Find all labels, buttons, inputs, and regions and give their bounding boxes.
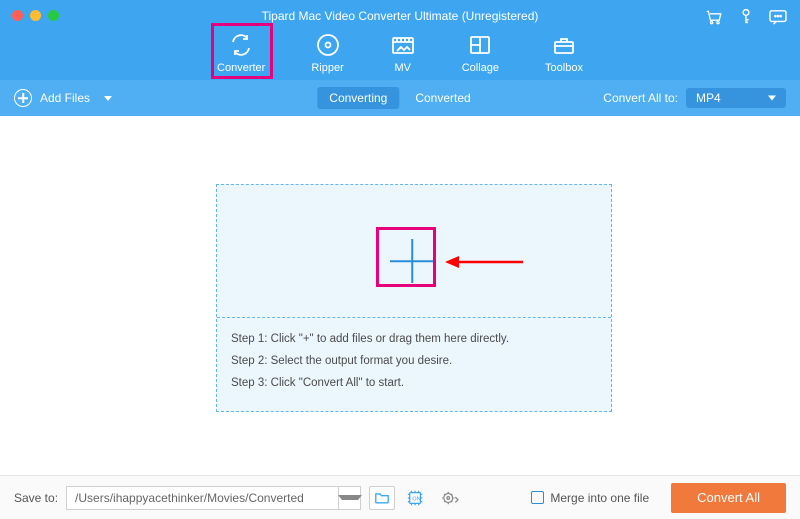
chevron-down-icon [768,96,776,101]
window-title: Tipard Mac Video Converter Ultimate (Unr… [0,9,800,23]
save-path-value: /Users/ihappyacethinker/Movies/Converted [67,491,338,505]
save-path-dropdown[interactable] [338,487,360,509]
tab-collage[interactable]: Collage [456,28,505,76]
output-format-select[interactable]: MP4 [686,88,786,108]
instruction-step-2: Step 2: Select the output format you des… [231,351,597,373]
status-tabs: Converting Converted [317,87,482,109]
settings-button[interactable] [437,486,463,510]
open-folder-button[interactable] [369,486,395,510]
merge-into-one-file-checkbox[interactable]: Merge into one file [531,491,649,505]
tab-ripper[interactable]: Ripper [305,28,349,76]
main-area: Step 1: Click "+" to add files or drag t… [0,116,800,475]
instructions: Step 1: Click "+" to add files or drag t… [231,329,597,395]
subbar: Add Files Converting Converted Convert A… [0,80,800,116]
tab-mv[interactable]: MV [384,28,422,76]
output-format-value: MP4 [696,91,721,105]
convert-all-to-label: Convert All to: [603,91,678,105]
convert-icon [228,32,254,58]
filter-converting[interactable]: Converting [317,87,399,109]
checkbox-icon [531,491,544,504]
merge-label: Merge into one file [550,491,649,505]
instruction-step-1: Step 1: Click "+" to add files or drag t… [231,329,597,351]
tab-label: Toolbox [545,62,583,74]
convert-all-to: Convert All to: MP4 [603,88,786,108]
tab-label: Ripper [311,62,343,74]
dropzone-divider [217,317,611,318]
app-window: Tipard Mac Video Converter Ultimate (Unr… [0,0,800,519]
tab-label: MV [394,62,411,74]
dropzone[interactable]: Step 1: Click "+" to add files or drag t… [216,184,612,412]
add-files-plus-button[interactable] [382,231,442,291]
add-files-button[interactable]: Add Files [14,89,112,107]
cart-icon[interactable] [704,9,724,25]
header-actions [704,8,788,26]
chevron-down-icon [104,96,112,101]
main-tabs: Converter Ripper MV Collage [0,28,800,76]
collage-icon [467,32,493,58]
filter-converted[interactable]: Converted [403,87,482,109]
tab-converter[interactable]: Converter [211,28,271,76]
plus-circle-icon [14,89,32,107]
tab-label: Converter [217,62,265,74]
key-icon[interactable] [738,8,754,26]
footer: Save to: /Users/ihappyacethinker/Movies/… [0,475,800,519]
chevron-down-icon [338,495,362,500]
toolbox-icon [551,32,577,58]
tab-toolbox[interactable]: Toolbox [539,28,589,76]
disc-icon [315,32,341,58]
tab-label: Collage [462,62,499,74]
add-files-label: Add Files [40,91,90,105]
feedback-icon[interactable] [768,9,788,25]
save-path-field[interactable]: /Users/ihappyacethinker/Movies/Converted [66,486,361,510]
convert-all-button[interactable]: Convert All [671,483,786,513]
svg-text:ON: ON [412,496,420,502]
header: Tipard Mac Video Converter Ultimate (Unr… [0,0,800,80]
save-to-label: Save to: [14,491,58,505]
hw-accel-button[interactable]: ON [403,486,429,510]
instruction-step-3: Step 3: Click "Convert All" to start. [231,373,597,395]
mv-icon [390,32,416,58]
